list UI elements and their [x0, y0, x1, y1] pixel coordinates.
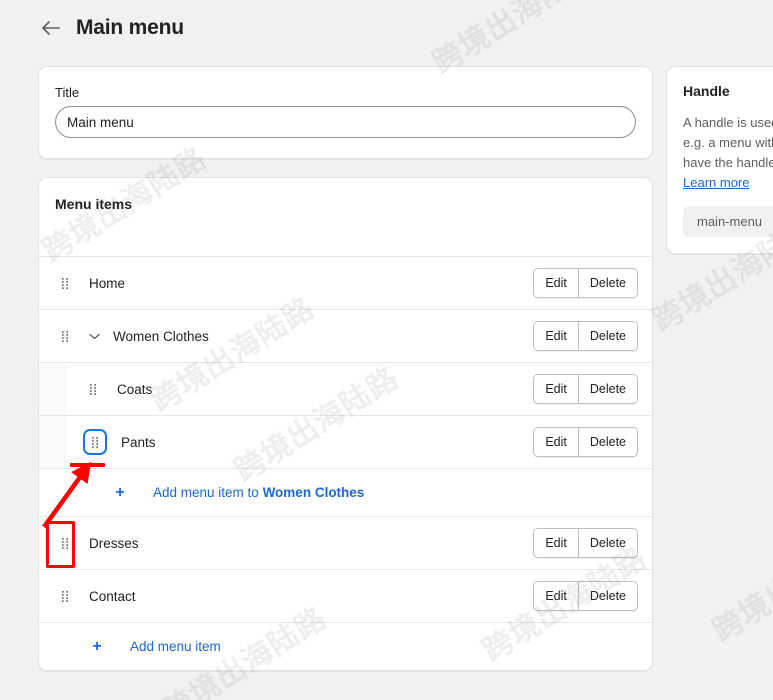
menu-item-label: Dresses [89, 535, 139, 551]
back-arrow-icon[interactable] [40, 17, 62, 39]
title-label: Title [55, 85, 80, 100]
drag-handle-icon[interactable] [55, 532, 75, 554]
drag-handle-icon[interactable] [55, 272, 75, 294]
delete-button[interactable]: Delete [577, 375, 637, 403]
edit-button[interactable]: Edit [534, 428, 578, 456]
menu-items-card: Menu items Home Edit Delete Women Clothe… [38, 177, 653, 671]
row-actions: Edit Delete [533, 374, 638, 404]
menu-item-label: Coats [117, 381, 153, 397]
add-menu-item-label: Add menu item [130, 639, 221, 654]
edit-button[interactable]: Edit [534, 322, 578, 350]
menu-item-row-pants[interactable]: Pants Edit Delete [39, 415, 652, 468]
drag-handle-icon[interactable] [55, 585, 75, 607]
drag-handle-icon[interactable] [55, 325, 75, 347]
delete-button[interactable]: Delete [577, 582, 637, 610]
delete-button[interactable]: Delete [577, 529, 637, 557]
edit-button[interactable]: Edit [534, 375, 578, 403]
chevron-down-icon[interactable] [85, 333, 103, 340]
title-input[interactable] [55, 106, 636, 138]
add-menu-item-button[interactable]: + Add menu item [39, 622, 652, 670]
handle-desc-line-2: e.g. a menu with [683, 135, 773, 150]
row-content: Dresses Edit Delete [39, 517, 652, 569]
add-submenu-item-button[interactable]: + Add menu item to Women Clothes [39, 468, 652, 516]
menu-item-label: Contact [89, 588, 136, 604]
main-column: Title Menu items [38, 66, 653, 671]
menu-item-label: Women Clothes [113, 328, 209, 344]
side-column: Handle A handle is used e.g. a menu with… [666, 66, 773, 254]
menu-item-label: Pants [121, 434, 156, 450]
row-content: Home Edit Delete [39, 257, 652, 309]
row-actions: Edit Delete [533, 268, 638, 298]
delete-button[interactable]: Delete [577, 269, 637, 297]
menu-item-row-home[interactable]: Home Edit Delete [39, 256, 652, 309]
page-title: Main menu [76, 16, 184, 39]
row-content: Coats Edit Delete [67, 363, 652, 415]
delete-button[interactable]: Delete [577, 322, 637, 350]
menu-item-row-coats[interactable]: Coats Edit Delete [39, 362, 652, 415]
row-actions: Edit Delete [533, 528, 638, 558]
handle-desc-line-1: A handle is used [683, 115, 773, 130]
add-submenu-target: Women Clothes [262, 485, 365, 500]
nesting-gutter [39, 363, 67, 415]
drag-handle-icon[interactable] [83, 378, 103, 400]
watermark-text: 跨境出海陆路 [706, 520, 773, 650]
row-content: Contact Edit Delete [39, 570, 652, 622]
add-submenu-item-label: Add menu item to Women Clothes [153, 485, 364, 500]
handle-card-title: Handle [683, 83, 730, 99]
menu-items-card-header: Menu items [39, 178, 652, 256]
plus-icon: + [92, 637, 102, 655]
row-actions: Edit Delete [533, 581, 638, 611]
page-header: Main menu [40, 16, 184, 40]
menu-item-row-women-clothes[interactable]: Women Clothes Edit Delete [39, 309, 652, 362]
add-submenu-prefix: Add menu item to [153, 485, 263, 500]
edit-button[interactable]: Edit [534, 529, 578, 557]
menu-item-label: Home [89, 275, 126, 291]
row-content: Pants Edit Delete [67, 416, 652, 468]
title-card: Title [38, 66, 653, 159]
drag-handle-icon[interactable] [83, 429, 107, 455]
handle-card: Handle A handle is used e.g. a menu with… [666, 66, 773, 254]
edit-button[interactable]: Edit [534, 269, 578, 297]
nesting-gutter [39, 416, 67, 468]
handle-card-description: A handle is used e.g. a menu with have t… [683, 113, 773, 173]
handle-value: main-menu [683, 206, 773, 237]
learn-more-link[interactable]: Learn more [683, 175, 749, 190]
row-actions: Edit Delete [533, 427, 638, 457]
menu-item-row-dresses[interactable]: Dresses Edit Delete [39, 516, 652, 569]
edit-button[interactable]: Edit [534, 582, 578, 610]
handle-desc-line-3: have the handle [683, 155, 773, 170]
menu-item-row-contact[interactable]: Contact Edit Delete [39, 569, 652, 622]
delete-button[interactable]: Delete [577, 428, 637, 456]
row-actions: Edit Delete [533, 321, 638, 351]
row-content: Women Clothes Edit Delete [39, 310, 652, 362]
menu-items-heading: Menu items [55, 196, 133, 212]
plus-icon: + [115, 483, 125, 501]
